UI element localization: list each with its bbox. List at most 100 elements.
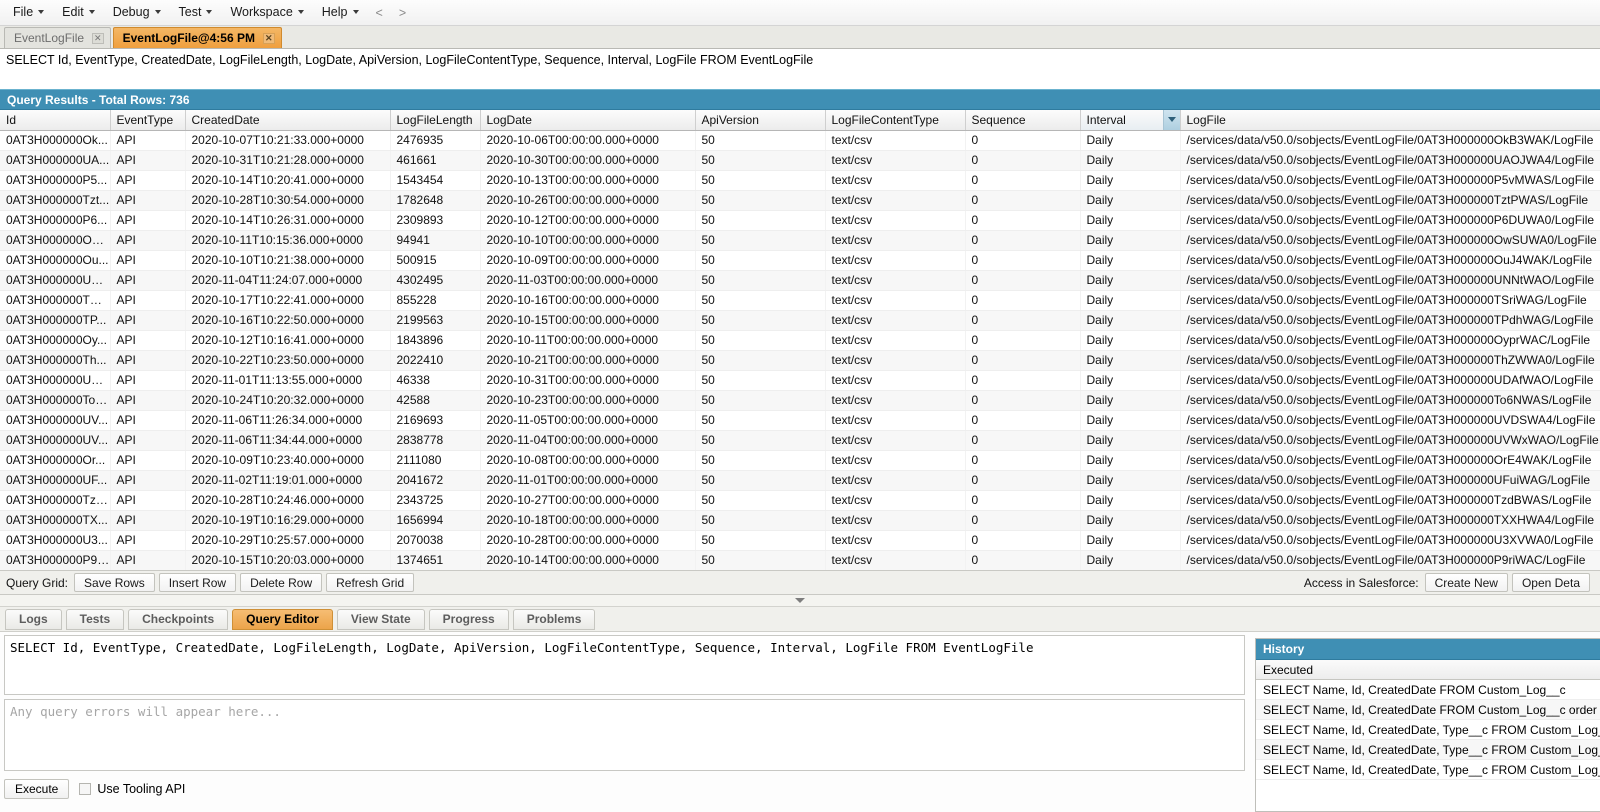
cell-apiversion[interactable]: 50 [695,170,826,191]
cell-logfilelength[interactable]: 1782648 [390,190,481,211]
cell-id[interactable]: 0AT3H000000TSr... [0,290,111,311]
cell-interval[interactable]: Daily [1080,310,1181,331]
cell-interval[interactable]: Daily [1080,290,1181,311]
cell-apiversion[interactable]: 50 [695,450,826,471]
cell-apiversion[interactable]: 50 [695,190,826,211]
cell-logfile[interactable]: /services/data/v50.0/sobjects/EventLogFi… [1180,210,1600,231]
cell-logfilecontenttype[interactable]: text/csv [825,310,966,331]
tab-view-state[interactable]: View State [336,608,425,630]
cell-eventtype[interactable]: API [110,390,186,411]
cell-logfile[interactable]: /services/data/v50.0/sobjects/EventLogFi… [1180,230,1600,251]
table-row[interactable]: 0AT3H000000P6... API 2020-10-14T10:26:31.0… [0,210,1600,231]
cell-logfilecontenttype[interactable]: text/csv [825,410,966,431]
cell-id[interactable]: 0AT3H000000UA... [0,150,111,171]
cell-apiversion[interactable]: 50 [695,530,826,551]
cell-eventtype[interactable]: API [110,150,186,171]
cell-logfilelength[interactable]: 1843896 [390,330,481,351]
cell-eventtype[interactable]: API [110,530,186,551]
tab-logs[interactable]: Logs [5,608,62,630]
cell-logdate[interactable]: 2020-10-11T00:00:00.000+0000 [480,330,696,351]
cell-createddate[interactable]: 2020-11-06T11:26:34.000+0000 [185,410,391,431]
cell-eventtype[interactable]: API [110,490,186,511]
cell-createddate[interactable]: 2020-10-16T10:22:50.000+0000 [185,310,391,331]
cell-sequence[interactable]: 0 [965,330,1081,351]
cell-createddate[interactable]: 2020-10-15T10:20:03.000+0000 [185,550,391,570]
cell-logdate[interactable]: 2020-10-06T00:00:00.000+0000 [480,130,696,151]
cell-id[interactable]: 0AT3H000000Tzd... [0,490,111,511]
cell-createddate[interactable]: 2020-11-04T11:24:07.000+0000 [185,270,391,291]
cell-eventtype[interactable]: API [110,510,186,531]
close-icon[interactable]: ✕ [263,32,275,44]
cell-sequence[interactable]: 0 [965,390,1081,411]
cell-logfile[interactable]: /services/data/v50.0/sobjects/EventLogFi… [1180,270,1600,291]
table-row[interactable]: 0AT3H000000TP... API 2020-10-16T10:22:50.0… [0,310,1600,331]
cell-eventtype[interactable]: API [110,450,186,471]
table-row[interactable]: 0AT3H000000Or... API 2020-10-09T10:23:40.0… [0,450,1600,471]
table-row[interactable]: 0AT3H000000UV... API 2020-11-06T11:34:44.0… [0,430,1600,451]
open-detail-button[interactable]: Open Deta [1511,573,1590,592]
cell-apiversion[interactable]: 50 [695,350,826,371]
tab-progress[interactable]: Progress [428,608,509,630]
cell-id[interactable]: 0AT3H000000U3... [0,530,111,551]
cell-id[interactable]: 0AT3H000000UN... [0,270,111,291]
cell-logfilecontenttype[interactable]: text/csv [825,450,966,471]
column-header-logdate[interactable]: LogDate [480,110,696,131]
cell-interval[interactable]: Daily [1080,410,1181,431]
cell-logfile[interactable]: /services/data/v50.0/sobjects/EventLogFi… [1180,250,1600,271]
cell-logdate[interactable]: 2020-10-27T00:00:00.000+0000 [480,490,696,511]
cell-logfilelength[interactable]: 2041672 [390,470,481,491]
cell-sequence[interactable]: 0 [965,270,1081,291]
cell-interval[interactable]: Daily [1080,550,1181,570]
column-header-createddate[interactable]: CreatedDate [185,110,391,131]
cell-logfilecontenttype[interactable]: text/csv [825,250,966,271]
cell-logdate[interactable]: 2020-10-15T00:00:00.000+0000 [480,310,696,331]
cell-logdate[interactable]: 2020-10-16T00:00:00.000+0000 [480,290,696,311]
cell-logfile[interactable]: /services/data/v50.0/sobjects/EventLogFi… [1180,550,1600,570]
cell-eventtype[interactable]: API [110,330,186,351]
cell-sequence[interactable]: 0 [965,430,1081,451]
cell-interval[interactable]: Daily [1080,130,1181,151]
cell-sequence[interactable]: 0 [965,250,1081,271]
cell-logfile[interactable]: /services/data/v50.0/sobjects/EventLogFi… [1180,170,1600,191]
cell-id[interactable]: 0AT3H000000UV... [0,430,111,451]
cell-logfile[interactable]: /services/data/v50.0/sobjects/EventLogFi… [1180,150,1600,171]
cell-createddate[interactable]: 2020-10-12T10:16:41.000+0000 [185,330,391,351]
column-header-logfilecontenttype[interactable]: LogFileContentType [825,110,966,131]
cell-logfilelength[interactable]: 4302495 [390,270,481,291]
cell-apiversion[interactable]: 50 [695,370,826,391]
cell-id[interactable]: 0AT3H000000UV... [0,410,111,431]
cell-logfile[interactable]: /services/data/v50.0/sobjects/EventLogFi… [1180,490,1600,511]
use-tooling-api-checkbox[interactable] [79,783,92,795]
cell-sequence[interactable]: 0 [965,410,1081,431]
cell-id[interactable]: 0AT3H000000Tzt... [0,190,111,211]
cell-id[interactable]: 0AT3H000000Th... [0,350,111,371]
cell-id[interactable]: 0AT3H000000Ow... [0,230,111,251]
cell-logfile[interactable]: /services/data/v50.0/sobjects/EventLogFi… [1180,330,1600,351]
cell-sequence[interactable]: 0 [965,350,1081,371]
execute-button[interactable]: Execute [4,779,70,799]
cell-eventtype[interactable]: API [110,170,186,191]
cell-eventtype[interactable]: API [110,310,186,331]
cell-logfilecontenttype[interactable]: text/csv [825,510,966,531]
query-results-grid[interactable]: Id EventType CreatedDate LogFileLength LogDa… [0,110,1600,570]
cell-sequence[interactable]: 0 [965,530,1081,551]
cell-createddate[interactable]: 2020-10-24T10:20:32.000+0000 [185,390,391,411]
cell-apiversion[interactable]: 50 [695,410,826,431]
column-header-logfilelength[interactable]: LogFileLength [390,110,481,131]
delete-row-button[interactable]: Delete Row [240,573,323,592]
cell-apiversion[interactable]: 50 [695,230,826,251]
cell-eventtype[interactable]: API [110,410,186,431]
cell-eventtype[interactable]: API [110,250,186,271]
menu-debug[interactable]: Debug [104,2,170,23]
cell-eventtype[interactable]: API [110,190,186,211]
cell-logdate[interactable]: 2020-10-10T00:00:00.000+0000 [480,230,696,251]
cell-interval[interactable]: Daily [1080,350,1181,371]
column-header-logfile[interactable]: LogFile [1180,110,1600,131]
cell-logdate[interactable]: 2020-10-31T00:00:00.000+0000 [480,370,696,391]
cell-createddate[interactable]: 2020-11-01T11:13:55.000+0000 [185,370,391,391]
cell-interval[interactable]: Daily [1080,370,1181,391]
cell-eventtype[interactable]: API [110,210,186,231]
cell-logdate[interactable]: 2020-11-04T00:00:00.000+0000 [480,430,696,451]
cell-logfilelength[interactable]: 94941 [390,230,481,251]
cell-logfilelength[interactable]: 2309893 [390,210,481,231]
